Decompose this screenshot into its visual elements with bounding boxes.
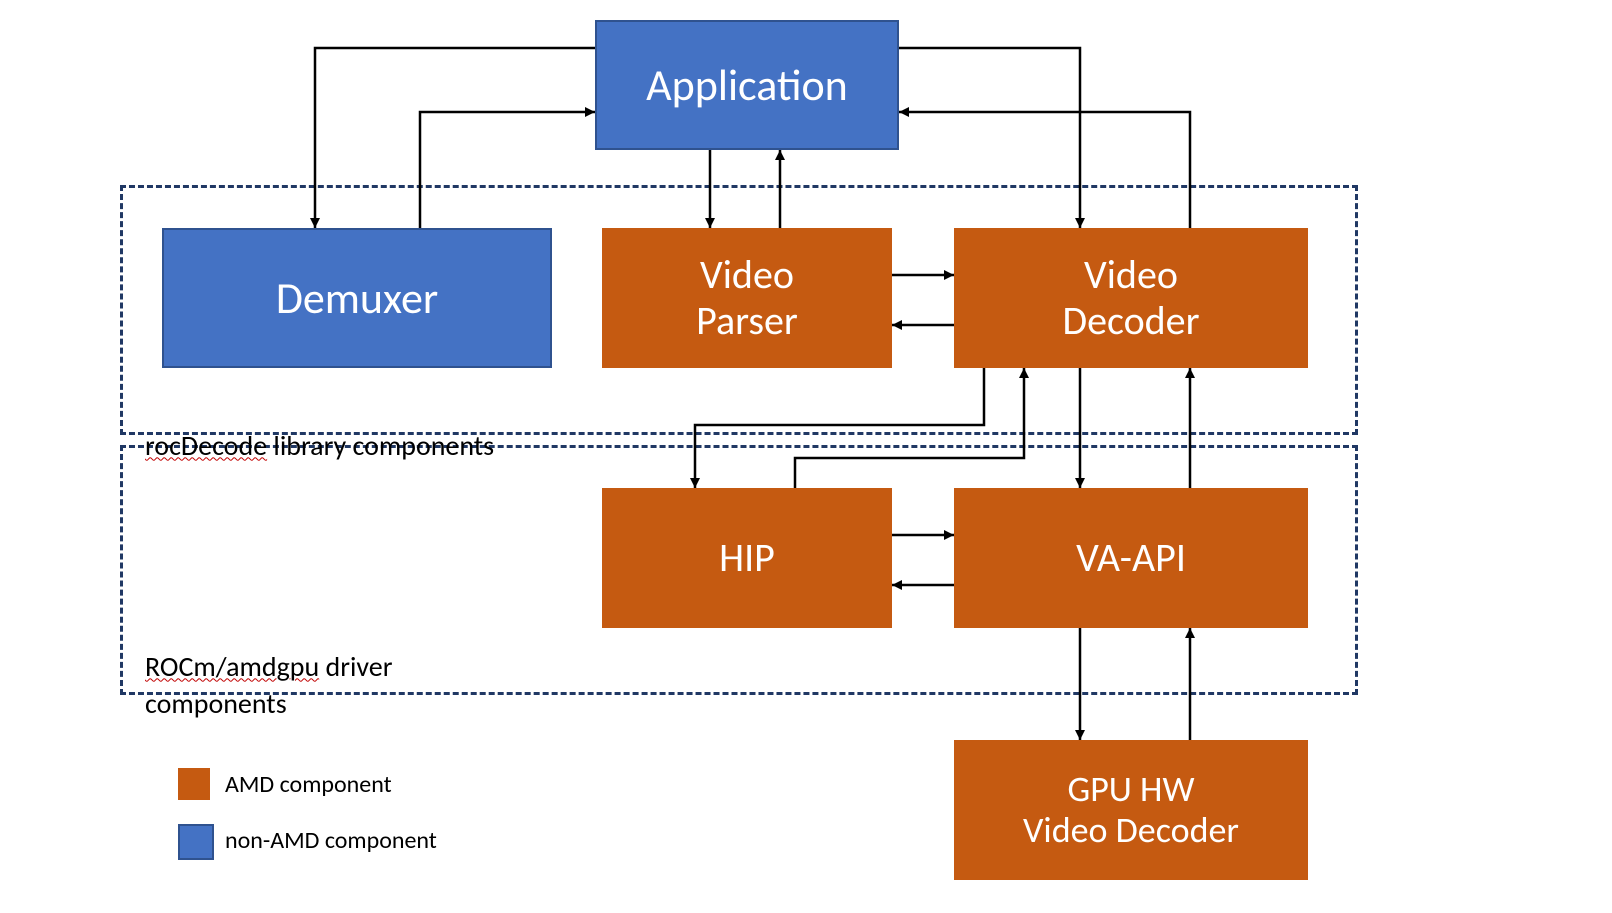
- group-driver-name: ROCm/amdgpu: [145, 649, 319, 684]
- legend-amd-swatch: [178, 768, 210, 800]
- node-hip: HIP: [602, 488, 892, 628]
- group-library-name: rocDecode: [145, 428, 267, 463]
- node-vaapi: VA-API: [954, 488, 1308, 628]
- node-hip-label: HIP: [719, 535, 775, 581]
- node-application: Application: [595, 20, 899, 150]
- legend-nonamd-swatch: [178, 824, 214, 860]
- node-gpu-hw-label: GPU HW Video Decoder: [1023, 769, 1239, 852]
- node-video-decoder: Video Decoder: [954, 228, 1308, 368]
- node-demuxer-label: Demuxer: [276, 273, 438, 324]
- node-video-parser-label: Video Parser: [696, 252, 798, 344]
- node-video-decoder-label: Video Decoder: [1062, 252, 1199, 344]
- node-gpu-hw: GPU HW Video Decoder: [954, 740, 1308, 880]
- group-library-label: rocDecode library components: [145, 392, 494, 465]
- group-driver-label: ROCm/amdgpu driver components: [145, 613, 545, 722]
- legend-amd-label: AMD component: [225, 770, 392, 799]
- node-application-label: Application: [646, 60, 848, 111]
- node-demuxer: Demuxer: [162, 228, 552, 368]
- legend-nonamd-label: non-AMD component: [225, 826, 437, 855]
- group-library-suffix: library components: [267, 428, 494, 463]
- node-video-parser: Video Parser: [602, 228, 892, 368]
- node-vaapi-label: VA-API: [1076, 535, 1186, 581]
